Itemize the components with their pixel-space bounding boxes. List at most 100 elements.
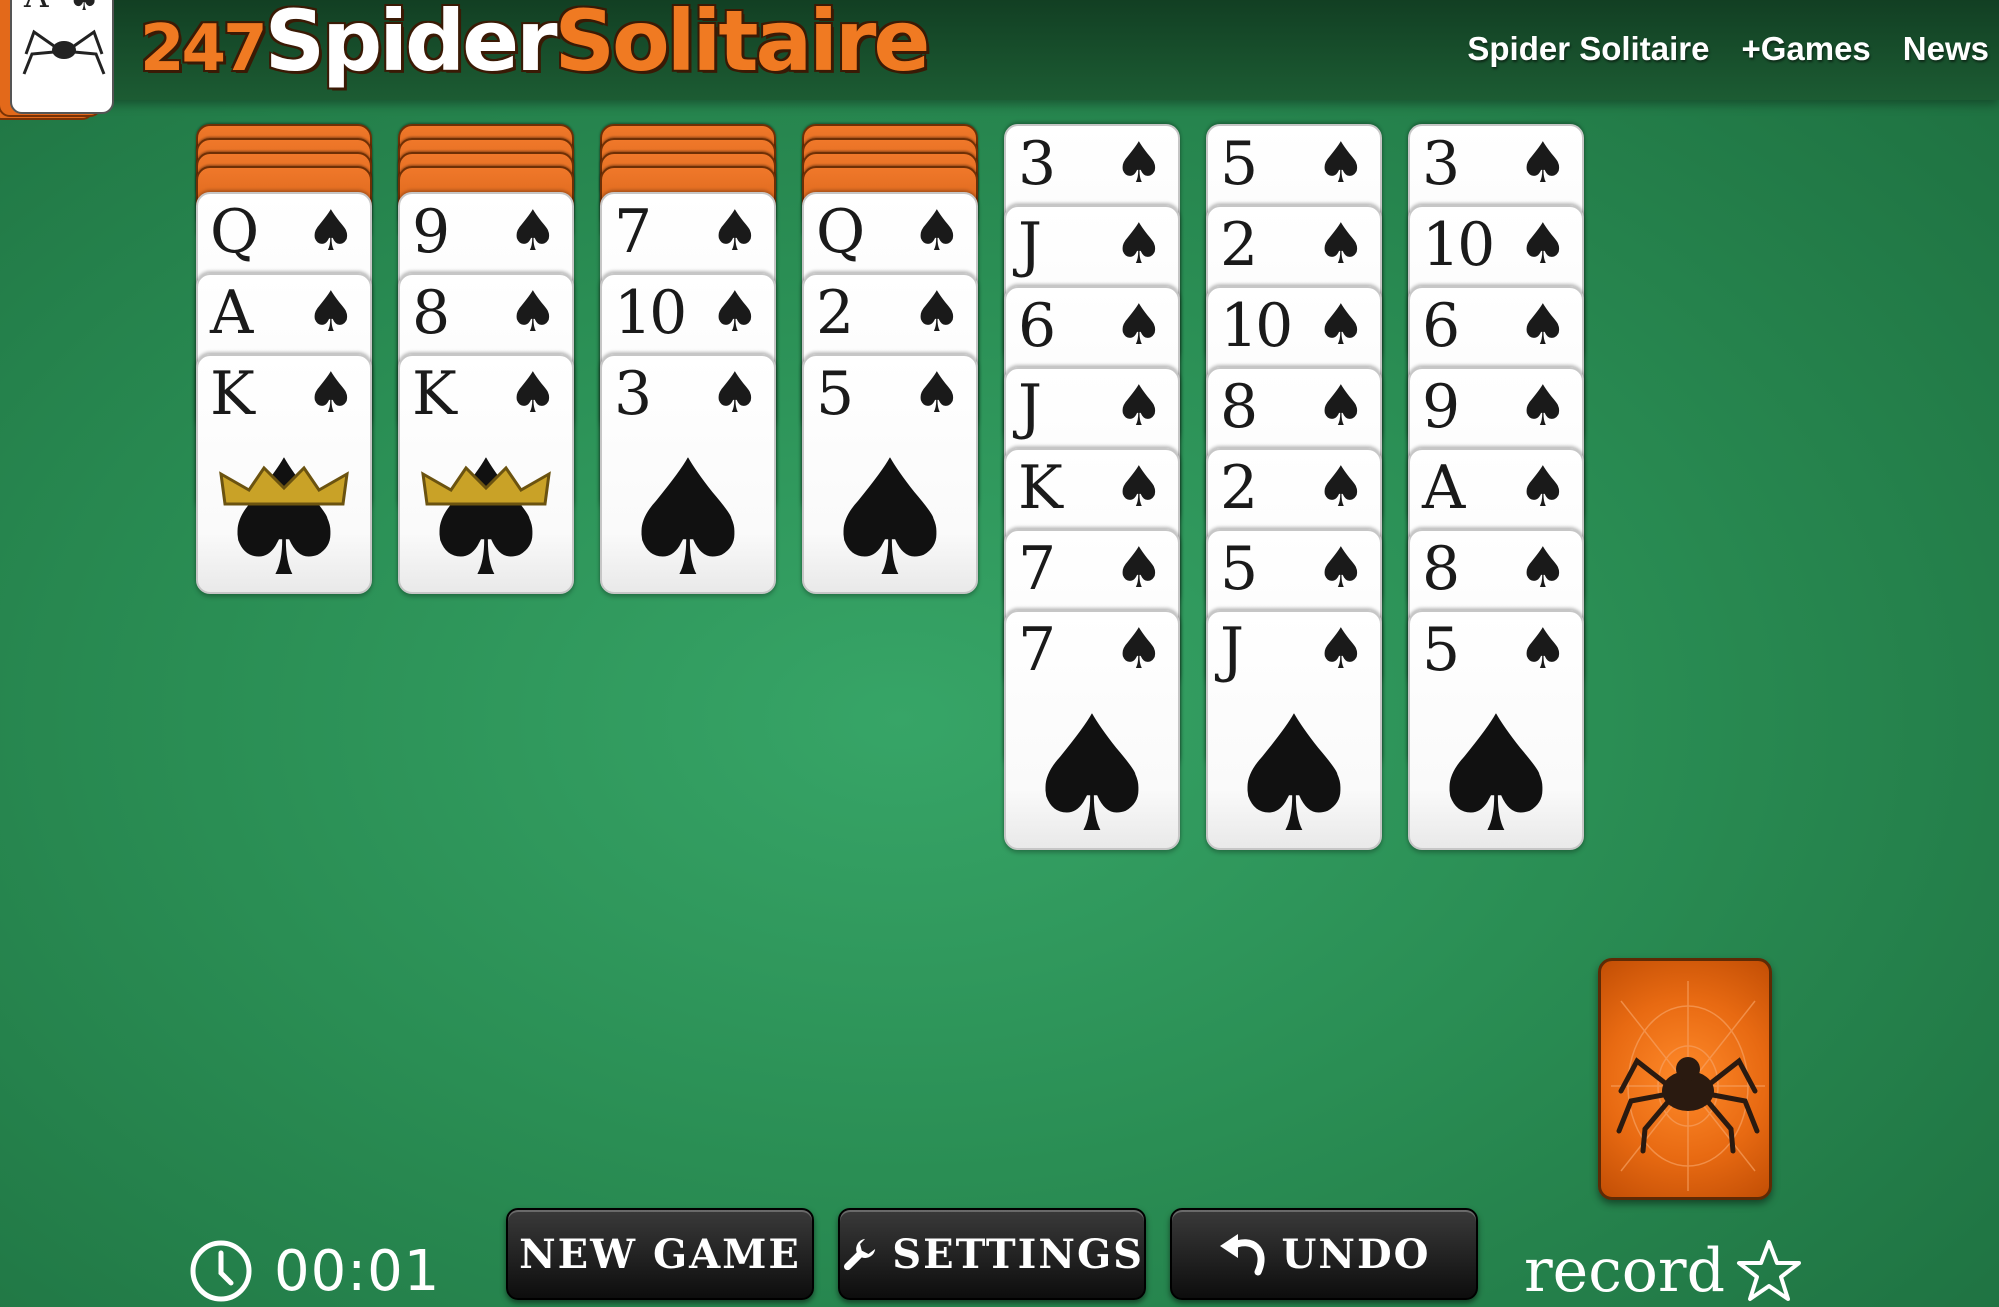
spade-icon: ♠	[1113, 212, 1164, 277]
card-rank: 3	[1018, 129, 1056, 199]
playing-card[interactable]: 5 ♠ ♠	[802, 354, 978, 604]
spade-icon: ♠	[1113, 536, 1164, 601]
crown-icon	[198, 464, 370, 512]
card-rank: J	[1018, 372, 1042, 442]
card-rank: K	[1018, 453, 1063, 523]
header-bar: A ♠ 247SpiderSolitaire Spider Solitaire …	[0, 0, 1999, 120]
card-rank: 9	[412, 197, 450, 267]
spade-icon: ♠	[1517, 455, 1568, 520]
card-rank: K	[210, 359, 255, 429]
undo-button[interactable]: UNDO	[1170, 1208, 1478, 1300]
playing-card[interactable]: K ♠ ♠	[196, 354, 372, 604]
spade-icon: ♠	[1113, 293, 1164, 358]
card-rank: 7	[1018, 534, 1056, 604]
playing-card[interactable]: 7 ♠ ♠	[1004, 610, 1180, 860]
card-rank: 2	[816, 278, 854, 348]
card-rank: 5	[1220, 129, 1258, 199]
card-rank: 5	[1220, 534, 1258, 604]
spade-icon: ♠	[616, 425, 760, 612]
settings-button[interactable]: SETTINGS	[838, 1208, 1146, 1300]
card-rank: 5	[1422, 615, 1460, 685]
new-game-button[interactable]: NEW GAME	[506, 1208, 814, 1300]
logo-title-word-1: Spider	[264, 0, 558, 90]
spade-icon: ♠	[1517, 374, 1568, 439]
timer-value: 00:01	[274, 1238, 441, 1304]
spade-icon: ♠	[507, 199, 558, 264]
card-rank: Q	[210, 197, 259, 267]
logo-title-word-2: Solitaire	[554, 0, 931, 90]
playing-card[interactable]: 5 ♠ ♠	[1408, 610, 1584, 860]
card-rank: 3	[1422, 129, 1460, 199]
spade-icon: ♠	[818, 425, 962, 612]
card-rank: 8	[1220, 372, 1258, 442]
undo-label: UNDO	[1281, 1230, 1431, 1278]
spade-icon: ♠	[212, 425, 356, 612]
record-button[interactable]: record	[1524, 1236, 1803, 1306]
spade-icon: ♠	[305, 199, 356, 264]
top-nav: Spider Solitaire +Games News	[1467, 30, 1989, 68]
spade-icon: ♠	[1517, 212, 1568, 277]
spade-icon: ♠	[911, 361, 962, 426]
game-timer: 00:01	[188, 1236, 440, 1306]
spade-icon: ♠	[709, 361, 760, 426]
playing-card[interactable]: J ♠ ♠	[1206, 610, 1382, 860]
card-rank: A	[1422, 453, 1465, 523]
card-rank: A	[210, 278, 253, 348]
logo-title-number: 247	[140, 12, 268, 86]
record-label: record	[1524, 1236, 1726, 1306]
nav-link-news[interactable]: News	[1903, 30, 1989, 68]
spade-icon: ♠	[1113, 455, 1164, 520]
spade-icon: ♠	[305, 361, 356, 426]
spade-icon: ♠	[414, 425, 558, 612]
spade-icon: ♠	[1020, 681, 1164, 868]
new-game-label: NEW GAME	[519, 1230, 801, 1278]
spade-icon: ♠	[1517, 131, 1568, 196]
card-rank: 10	[614, 278, 687, 348]
card-rank: Q	[816, 197, 865, 267]
spade-icon: ♠	[507, 361, 558, 426]
crown-icon	[400, 464, 572, 512]
card-rank: J	[1220, 615, 1244, 685]
spade-icon: ♠	[1424, 681, 1568, 868]
card-rank: 2	[1220, 210, 1258, 280]
spade-icon: ♠	[305, 280, 356, 345]
undo-arrow-icon	[1219, 1234, 1265, 1276]
spade-icon: ♠	[709, 280, 760, 345]
spade-icon: ♠	[1517, 293, 1568, 358]
card-rank: 10	[1422, 210, 1495, 280]
settings-label: SETTINGS	[892, 1230, 1144, 1278]
spade-icon: ♠	[1113, 131, 1164, 196]
stock-pile[interactable]	[1598, 958, 1772, 1200]
site-logo-title[interactable]: 247SpiderSolitaire	[140, 0, 931, 90]
card-rank: 9	[1422, 372, 1460, 442]
nav-link-games[interactable]: +Games	[1741, 30, 1870, 68]
spade-icon: ♠	[911, 280, 962, 345]
spade-icon: ♠	[1222, 681, 1366, 868]
logo-card: A ♠	[10, 0, 114, 114]
spade-icon: ♠	[1517, 617, 1568, 682]
star-icon	[1737, 1240, 1802, 1301]
spade-icon: ♠	[1315, 536, 1366, 601]
spade-icon: ♠	[1113, 374, 1164, 439]
spade-icon: ♠	[1315, 455, 1366, 520]
card-rank: J	[1018, 210, 1042, 280]
spade-icon: ♠	[1315, 374, 1366, 439]
spade-icon: ♠	[1315, 131, 1366, 196]
spider-icon	[1611, 981, 1765, 1191]
logo-card-stack[interactable]: A ♠	[0, 0, 120, 120]
card-rank: 10	[1220, 291, 1293, 361]
spade-icon: ♠	[1315, 212, 1366, 277]
spade-icon: ♠	[1315, 617, 1366, 682]
spade-icon: ♠	[507, 280, 558, 345]
nav-link-spider-solitaire[interactable]: Spider Solitaire	[1467, 30, 1709, 68]
spade-icon: ♠	[911, 199, 962, 264]
wrench-icon	[843, 1238, 876, 1271]
spade-icon: ♠	[709, 199, 760, 264]
card-rank: K	[412, 359, 457, 429]
card-rank: 3	[614, 359, 652, 429]
playing-card[interactable]: 3 ♠ ♠	[600, 354, 776, 604]
clock-icon	[190, 1240, 252, 1302]
card-rank: 6	[1422, 291, 1460, 361]
card-rank: 6	[1018, 291, 1056, 361]
playing-card[interactable]: K ♠ ♠	[398, 354, 574, 604]
